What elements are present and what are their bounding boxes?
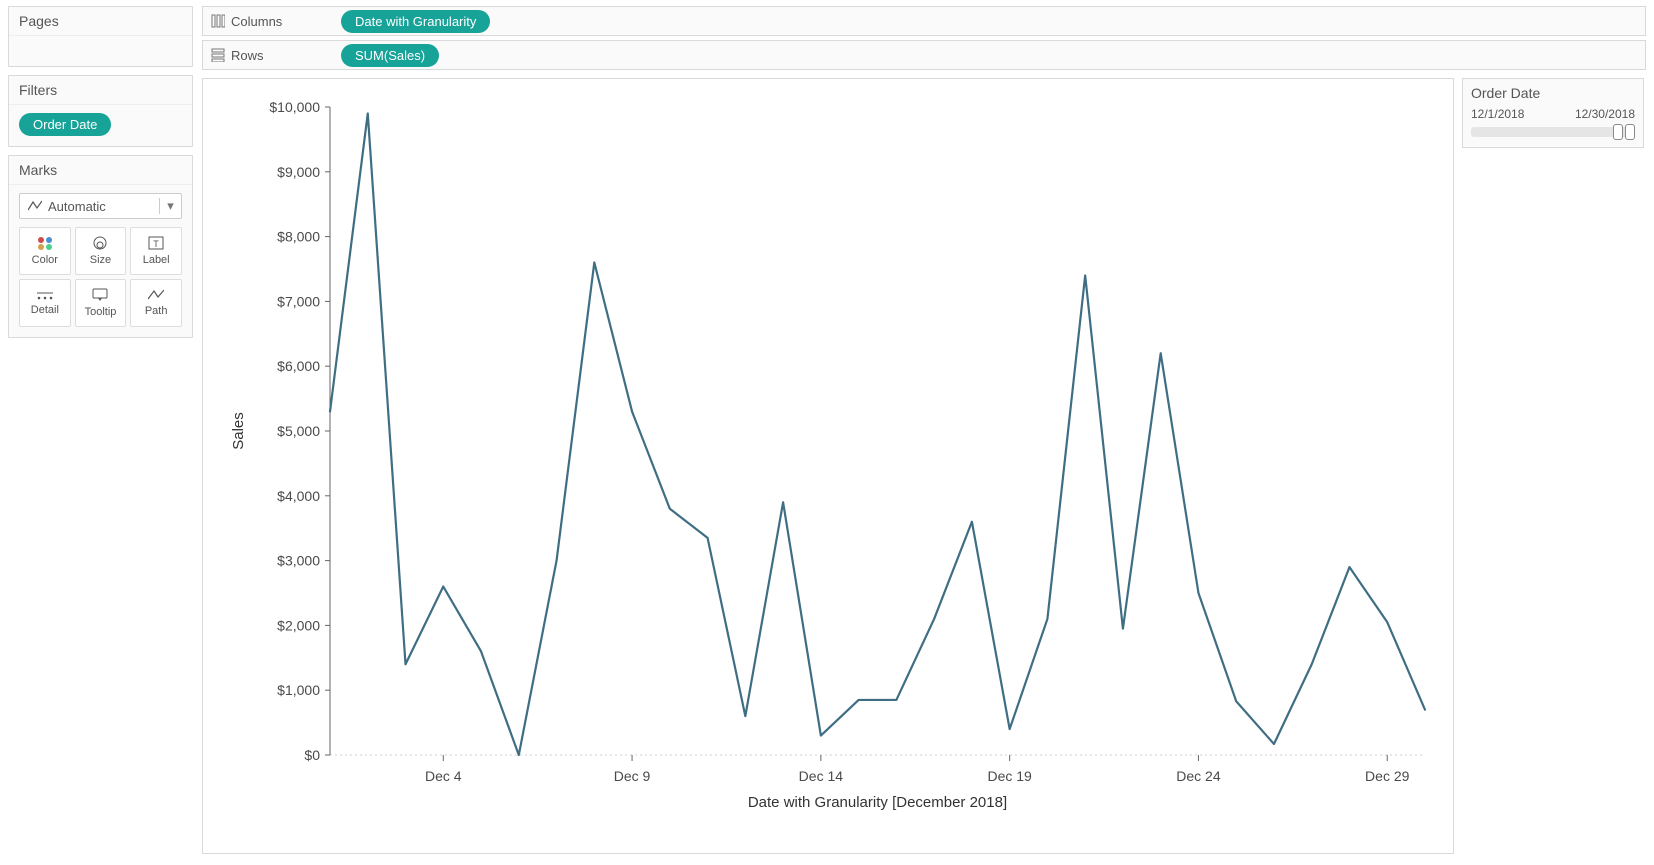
svg-text:$10,000: $10,000 bbox=[269, 99, 320, 115]
svg-text:$0: $0 bbox=[304, 747, 320, 763]
svg-text:$6,000: $6,000 bbox=[277, 358, 320, 374]
marks-path[interactable]: Path bbox=[130, 279, 182, 327]
quick-filter-title: Order Date bbox=[1471, 85, 1635, 101]
rows-shelf[interactable]: Rows SUM(Sales) bbox=[202, 40, 1646, 70]
detail-icon bbox=[36, 290, 54, 300]
svg-text:Date with Granularity [Decembe: Date with Granularity [December 2018] bbox=[748, 794, 1007, 811]
line-icon bbox=[28, 200, 42, 212]
svg-text:$3,000: $3,000 bbox=[277, 553, 320, 569]
svg-text:Dec 29: Dec 29 bbox=[1365, 768, 1410, 784]
marks-label-label: Label bbox=[143, 254, 170, 266]
filter-pill-order-date[interactable]: Order Date bbox=[19, 113, 111, 136]
marks-label[interactable]: T Label bbox=[130, 227, 182, 275]
svg-text:$1,000: $1,000 bbox=[277, 682, 320, 698]
svg-text:T: T bbox=[153, 239, 159, 249]
marks-tooltip[interactable]: Tooltip bbox=[75, 279, 127, 327]
slider-handle-start[interactable] bbox=[1613, 124, 1623, 140]
mark-type-dropdown[interactable]: Automatic ▾ bbox=[19, 193, 182, 219]
tooltip-icon bbox=[92, 288, 108, 302]
marks-detail[interactable]: Detail bbox=[19, 279, 71, 327]
rows-label: Rows bbox=[231, 48, 264, 63]
line-chart: $0 $1,000 $2,000 $3,000 $4,000 $5,000 $6,000 $7… bbox=[215, 87, 1443, 843]
filters-shelf[interactable]: Filters Order Date bbox=[8, 75, 193, 147]
rows-icon bbox=[211, 48, 225, 62]
marks-size[interactable]: Size bbox=[75, 227, 127, 275]
svg-text:$8,000: $8,000 bbox=[277, 229, 320, 245]
columns-pill[interactable]: Date with Granularity bbox=[341, 10, 490, 33]
svg-text:$4,000: $4,000 bbox=[277, 488, 320, 504]
svg-text:Dec 14: Dec 14 bbox=[799, 768, 844, 784]
quick-filter-end-date[interactable]: 12/30/2018 bbox=[1575, 107, 1635, 121]
path-icon bbox=[148, 289, 164, 301]
rows-pill[interactable]: SUM(Sales) bbox=[341, 44, 439, 67]
pages-label: Pages bbox=[9, 7, 192, 36]
size-icon bbox=[91, 236, 109, 250]
marks-card: Marks Automatic ▾ Color bbox=[8, 155, 193, 338]
quick-filter-start-date[interactable]: 12/1/2018 bbox=[1471, 107, 1524, 121]
svg-text:Sales: Sales bbox=[230, 412, 247, 450]
pages-shelf[interactable]: Pages bbox=[8, 6, 193, 67]
mark-type-value: Automatic bbox=[48, 199, 106, 214]
color-icon bbox=[37, 236, 53, 250]
svg-text:Dec 4: Dec 4 bbox=[425, 768, 462, 784]
slider-handle-end[interactable] bbox=[1625, 124, 1635, 140]
chevron-down-icon[interactable]: ▾ bbox=[159, 198, 181, 214]
marks-tooltip-label: Tooltip bbox=[85, 306, 117, 318]
columns-label: Columns bbox=[231, 14, 282, 29]
quick-filter-order-date[interactable]: Order Date 12/1/2018 12/30/2018 bbox=[1462, 78, 1644, 148]
label-icon: T bbox=[148, 236, 164, 250]
svg-text:Dec 24: Dec 24 bbox=[1176, 768, 1221, 784]
marks-label: Marks bbox=[9, 156, 192, 185]
marks-detail-label: Detail bbox=[31, 304, 59, 316]
marks-color[interactable]: Color bbox=[19, 227, 71, 275]
columns-shelf[interactable]: Columns Date with Granularity bbox=[202, 6, 1646, 36]
date-range-slider[interactable] bbox=[1471, 127, 1635, 137]
svg-text:$5,000: $5,000 bbox=[277, 423, 320, 439]
columns-icon bbox=[211, 14, 225, 28]
svg-text:Dec 9: Dec 9 bbox=[614, 768, 651, 784]
svg-text:$2,000: $2,000 bbox=[277, 617, 320, 633]
svg-text:$9,000: $9,000 bbox=[277, 164, 320, 180]
viz-canvas[interactable]: $0 $1,000 $2,000 $3,000 $4,000 $5,000 $6,000 $7… bbox=[202, 78, 1454, 854]
marks-path-label: Path bbox=[145, 305, 168, 317]
svg-text:$7,000: $7,000 bbox=[277, 293, 320, 309]
svg-text:Dec 19: Dec 19 bbox=[987, 768, 1032, 784]
marks-color-label: Color bbox=[32, 254, 58, 266]
marks-size-label: Size bbox=[90, 254, 111, 266]
filters-label: Filters bbox=[9, 76, 192, 105]
